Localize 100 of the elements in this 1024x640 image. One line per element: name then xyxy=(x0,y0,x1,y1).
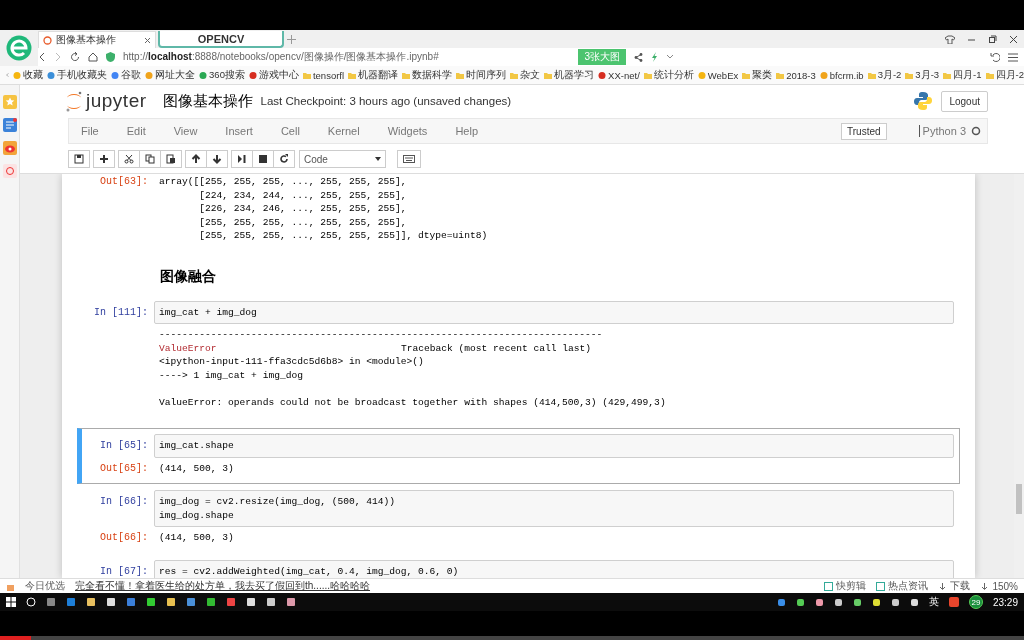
share-icon[interactable] xyxy=(634,52,643,62)
sogou-icon[interactable] xyxy=(948,597,959,607)
cell-type-select[interactable]: Code xyxy=(299,150,386,168)
bookmark-item[interactable]: 四月-1 xyxy=(943,68,982,82)
notification-badge[interactable]: 29 xyxy=(968,595,983,609)
code-input[interactable]: img_dog = cv2.resize(img_dog, (500, 414)) img_dog.shape xyxy=(154,490,954,527)
bookmark-item[interactable]: 3月-2 xyxy=(867,68,902,82)
copy-icon xyxy=(145,154,155,164)
news-link[interactable]: 完全看不懂！拿着医生给的处方单，我去买了假回到th......哈哈哈哈 xyxy=(75,579,370,593)
lightning-icon[interactable] xyxy=(651,52,658,62)
bookmark-item[interactable]: 2018-3 xyxy=(776,69,816,81)
python-logo-icon xyxy=(913,91,934,111)
code-cell[interactable]: In [67]: res = cv2.addWeighted(img_cat, 0.4, img_dog, 0.6, 0) xyxy=(77,553,960,578)
bookmark-item[interactable]: 时间序列 xyxy=(456,68,507,82)
back-icon[interactable] xyxy=(38,52,46,62)
menu-item[interactable]: File xyxy=(81,125,109,137)
plus-button[interactable] xyxy=(93,150,115,168)
bookmark-item[interactable]: 手机收藏夹 xyxy=(47,68,108,82)
reload-icon[interactable] xyxy=(70,52,80,62)
run-button[interactable] xyxy=(231,150,253,168)
menu-item[interactable]: Edit xyxy=(126,125,156,137)
stop-icon xyxy=(258,154,268,164)
output-line: array([[255, 255, 255, ..., 255, 255, 255], xyxy=(159,175,408,189)
eye-icon[interactable] xyxy=(2,141,17,155)
menu-item[interactable]: Insert xyxy=(225,125,263,137)
arrow-up-button[interactable] xyxy=(185,150,207,168)
status-item[interactable]: 快剪辑 xyxy=(824,579,867,593)
status-item[interactable]: 下载 xyxy=(938,579,971,593)
bookmark-item[interactable]: 统计分析 xyxy=(643,68,694,82)
maximize-icon[interactable] xyxy=(988,34,997,44)
code-input[interactable]: img_cat + img_dog xyxy=(154,300,954,324)
code-line: img_dog = cv2.resize(img_dog, (500, 414)) xyxy=(159,495,397,509)
windows-start-icon[interactable] xyxy=(6,597,16,607)
bookmark-item[interactable]: XX-net/ xyxy=(598,69,640,81)
menu-item[interactable]: View xyxy=(173,125,208,137)
bookmark-item[interactable]: 360搜索 xyxy=(199,68,245,82)
save-button[interactable] xyxy=(68,150,90,168)
code-cell[interactable]: In [66]: img_dog = cv2.resize(img_dog, (500, 414)) img_dog.shape Out[66]: (414, 500, 3) xyxy=(77,484,960,554)
browser-logo-icon[interactable] xyxy=(6,35,32,61)
bookmark-item[interactable]: tensorfl xyxy=(302,69,345,81)
keyboard-button[interactable] xyxy=(397,150,421,168)
folder-icon xyxy=(867,71,876,79)
bookmark-item[interactable]: 收藏 xyxy=(13,68,44,82)
logout-button[interactable]: Logout xyxy=(941,90,988,112)
url-text[interactable]: http://localhost:8888/notebooks/opencv/图像操作/图像基本操作.ipynb# xyxy=(123,50,439,64)
zoom-level[interactable]: 150% xyxy=(980,580,1018,592)
close-icon[interactable] xyxy=(144,36,151,44)
bookmark-item[interactable]: bfcrm.ib xyxy=(819,69,864,81)
undo-icon[interactable] xyxy=(990,52,1000,62)
menu-item[interactable]: Kernel xyxy=(327,125,370,137)
caret-icon xyxy=(375,157,381,161)
star-icon[interactable] xyxy=(2,95,17,109)
bookmark-item[interactable]: 聚类 xyxy=(742,68,773,82)
stop-button[interactable] xyxy=(252,150,274,168)
bookmark-item[interactable]: 3月-3 xyxy=(905,68,940,82)
tab-title: 图像基本操作 xyxy=(56,33,117,47)
copy-button[interactable] xyxy=(139,150,161,168)
scissors-button[interactable] xyxy=(118,150,140,168)
bookmark-item[interactable]: 数据科学 xyxy=(402,68,453,82)
bookmark-item[interactable]: 杂文 xyxy=(510,68,541,82)
close-icon[interactable] xyxy=(1009,34,1018,44)
clock[interactable]: 23:29 xyxy=(992,596,1018,608)
restart-button[interactable] xyxy=(273,150,295,168)
jupyter-logo-icon[interactable] xyxy=(65,90,83,112)
menu-item[interactable]: Help xyxy=(455,125,488,137)
code-input[interactable]: res = cv2.addWeighted(img_cat, 0.4, img_dog, 0.6, 0) xyxy=(154,559,954,578)
input-language[interactable]: 英 xyxy=(928,595,939,609)
bookmark-item[interactable]: 谷歌 xyxy=(111,68,142,82)
code-input[interactable]: img_cat.shape xyxy=(154,434,954,458)
bookmark-item[interactable]: 游戏中心 xyxy=(248,68,299,82)
home-icon[interactable] xyxy=(88,52,98,62)
shirt-icon[interactable] xyxy=(945,34,955,44)
bookmark-item[interactable]: 机器翻译 xyxy=(348,68,399,82)
status-item[interactable]: 热点资讯 xyxy=(876,579,929,593)
trusted-button[interactable]: Trusted xyxy=(841,122,887,140)
bookmark-item[interactable]: 四月-2 xyxy=(985,68,1024,82)
code-cell[interactable]: In [65]: img_cat.shape Out[65]: (414, 500, 3) xyxy=(77,428,960,484)
bookmark-item[interactable]: WebEx xyxy=(697,69,739,81)
markdown-cell[interactable]: 图像融合 xyxy=(77,251,960,295)
paste-button[interactable] xyxy=(160,150,182,168)
output-prompt: Out[65]: xyxy=(99,461,149,476)
code-line: res = cv2.addWeighted(img_cat, 0.4, img_dog, 0.6, 0) xyxy=(159,564,460,578)
kernel-name[interactable]: Python 3 xyxy=(922,125,966,137)
browser-tab[interactable]: 图像基本操作 xyxy=(38,31,156,48)
output-line: [226, 234, 246, ..., 255, 255, 255], xyxy=(198,202,408,216)
loading-icon xyxy=(43,35,52,45)
bookmark-item[interactable]: 网址大全 xyxy=(145,68,196,82)
notebook-title[interactable]: 图像基本操作 xyxy=(162,91,253,111)
overlay-label: OPENCV xyxy=(158,31,284,48)
menu-icon[interactable] xyxy=(1008,52,1018,62)
jupyter-wordmark[interactable]: jupyter xyxy=(86,90,147,112)
folder-icon xyxy=(456,71,465,79)
download-icon xyxy=(938,581,948,591)
chevron-icon[interactable] xyxy=(666,54,674,60)
arrow-down-button[interactable] xyxy=(206,150,228,168)
menu-item[interactable]: Cell xyxy=(280,125,310,137)
promo-label[interactable]: 今日优选 xyxy=(25,579,65,593)
menu-item[interactable]: Widgets xyxy=(387,125,438,137)
bookmark-item[interactable]: 机器学习 xyxy=(544,68,595,82)
code-line: img_cat.shape xyxy=(159,439,235,453)
